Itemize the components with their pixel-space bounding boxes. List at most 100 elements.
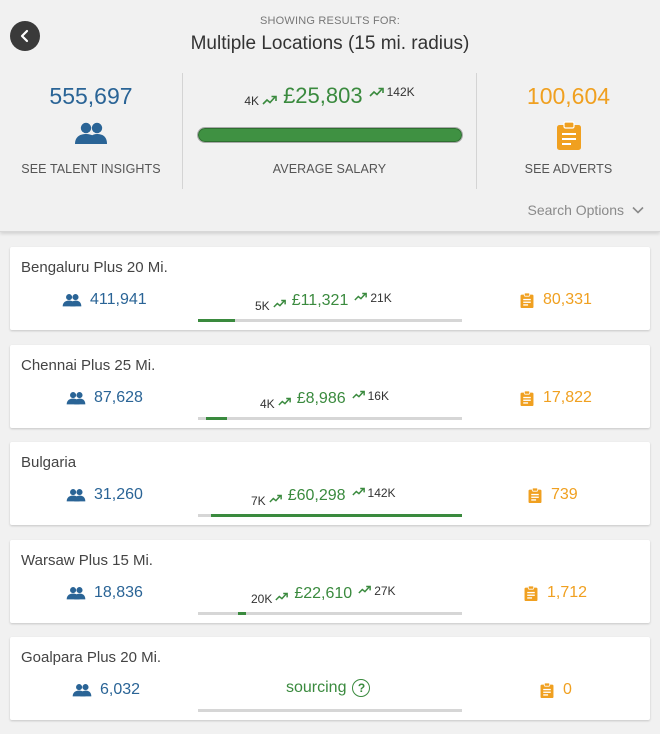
page-title: Multiple Locations (15 mi. radius) [190, 33, 470, 54]
sourcing-link[interactable]: sourcing? [286, 679, 371, 697]
salary-range-bar [197, 127, 463, 143]
average-salary-panel: 4K £25,803 142K AVERAGE SALARY [183, 73, 477, 189]
trending-up-icon [351, 390, 365, 399]
salary-range-track [198, 612, 462, 615]
salary-average: £22,610 [294, 585, 353, 602]
salary-low: 4K [244, 94, 260, 108]
salary-low: 5K [255, 299, 270, 313]
location-adverts-count: 80,331 [543, 291, 592, 308]
location-talent-link[interactable]: 31,260 [66, 486, 143, 504]
clipboard-icon [540, 682, 554, 698]
location-card[interactable]: Bulgaria 31,260 7K £60,298 142K 739 [10, 442, 650, 525]
location-talent-count: 31,260 [94, 486, 143, 503]
location-salary: 4K £8,986 16K [260, 387, 389, 411]
salary-range-fill [205, 417, 228, 420]
trending-up-icon [269, 494, 282, 503]
people-icon [75, 122, 107, 144]
salary-range-fill [198, 319, 235, 322]
salary-high: 16K [367, 389, 389, 403]
people-icon [66, 587, 86, 600]
trending-up-icon [278, 397, 291, 406]
people-icon [66, 392, 86, 405]
location-name: Chennai Plus 25 Mi. [21, 357, 156, 374]
trending-up-icon [369, 87, 384, 97]
salary-range-track [198, 417, 462, 420]
clipboard-icon [520, 292, 534, 308]
chevron-down-icon [632, 206, 644, 214]
people-icon [62, 294, 82, 307]
trending-up-icon [354, 292, 368, 301]
adverts-panel[interactable]: 100,604 SEE ADVERTS [477, 73, 660, 189]
location-name: Goalpara Plus 20 Mi. [21, 649, 162, 666]
salary-range-track [198, 319, 462, 322]
talent-count: 555,697 [49, 83, 133, 109]
location-talent-link[interactable]: 411,941 [62, 291, 147, 309]
location-adverts-link[interactable]: 0 [540, 681, 572, 699]
trending-up-icon [351, 487, 365, 496]
salary-range-fill [198, 128, 462, 142]
salary-average: £25,803 [283, 83, 363, 108]
location-talent-count: 6,032 [100, 681, 141, 698]
location-adverts-link[interactable]: 80,331 [520, 291, 592, 309]
trending-up-icon [275, 592, 289, 601]
location-name: Bulgaria [21, 454, 77, 471]
salary-low: 7K [251, 494, 266, 508]
results-header: SHOWING RESULTS FOR: Multiple Locations … [0, 0, 660, 232]
salary-range-track [198, 514, 462, 517]
location-talent-link[interactable]: 18,836 [66, 584, 143, 602]
location-talent-count: 87,628 [94, 389, 143, 406]
location-salary: 5K £11,321 21K [255, 289, 392, 313]
location-talent-link[interactable]: 6,032 [72, 681, 140, 699]
see-talent-insights-link[interactable]: SEE TALENT INSIGHTS [0, 162, 182, 176]
location-card[interactable]: Chennai Plus 25 Mi. 87,628 4K £8,986 16K 17,8… [10, 345, 650, 428]
salary-high: 27K [374, 584, 396, 598]
location-adverts-link[interactable]: 739 [528, 486, 578, 504]
adverts-count: 100,604 [526, 83, 611, 109]
trending-up-icon [358, 585, 372, 594]
salary-high: 142K [386, 85, 415, 99]
salary-low: 4K [260, 397, 275, 411]
average-salary-label: AVERAGE SALARY [272, 162, 387, 176]
trending-up-icon [273, 299, 286, 308]
location-card[interactable]: Warsaw Plus 15 Mi. 18,836 20K £22,610 27K 1,7… [10, 540, 650, 623]
location-salary: 7K £60,298 142K [251, 484, 396, 508]
salary-high: 142K [367, 486, 396, 500]
people-icon [72, 684, 92, 697]
clipboard-icon [524, 585, 538, 601]
talent-insights-panel[interactable]: 555,697 SEE TALENT INSIGHTS [0, 73, 183, 189]
see-adverts-link[interactable]: SEE ADVERTS [477, 162, 660, 176]
location-card[interactable]: Bengaluru Plus 20 Mi. 411,941 5K £11,321 21K… [10, 247, 650, 330]
location-talent-count: 411,941 [90, 291, 147, 308]
location-name: Warsaw Plus 15 Mi. [21, 552, 153, 569]
location-talent-link[interactable]: 87,628 [66, 389, 143, 407]
people-icon [66, 489, 86, 502]
search-options-label: Search Options [527, 202, 625, 218]
salary-average: £11,321 [291, 292, 349, 309]
salary-range-fill [211, 514, 462, 517]
results-subheading: SHOWING RESULTS FOR: [259, 15, 401, 27]
location-adverts-count: 1,712 [547, 584, 588, 601]
location-adverts-count: 739 [551, 486, 578, 503]
clipboard-icon [556, 121, 581, 150]
salary-range-track [198, 709, 462, 712]
salary-average: £8,986 [296, 390, 346, 407]
clipboard-icon [528, 487, 542, 503]
salary-high: 21K [370, 291, 392, 305]
sourcing-label: sourcing [286, 679, 347, 696]
summary-stats: 555,697 SEE TALENT INSIGHTS 4K £25,803 1… [0, 73, 660, 189]
salary-range-fill [237, 612, 246, 615]
help-icon[interactable]: ? [352, 679, 371, 697]
location-card[interactable]: Goalpara Plus 20 Mi. 6,032 sourcing? 0 [10, 637, 650, 720]
salary-low: 20K [251, 592, 273, 606]
location-salary: 20K £22,610 27K [251, 582, 396, 606]
salary-average: £60,298 [287, 487, 346, 504]
clipboard-icon [520, 390, 534, 406]
location-adverts-link[interactable]: 1,712 [524, 584, 587, 602]
trending-up-icon [262, 95, 277, 105]
location-name: Bengaluru Plus 20 Mi. [21, 259, 168, 276]
location-talent-count: 18,836 [94, 584, 143, 601]
location-adverts-link[interactable]: 17,822 [520, 389, 592, 407]
location-adverts-count: 0 [563, 681, 572, 698]
search-options-toggle[interactable]: Search Options [528, 202, 645, 218]
location-adverts-count: 17,822 [543, 389, 592, 406]
